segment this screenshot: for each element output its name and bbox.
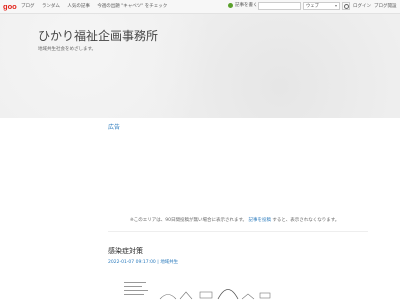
entry-meta: 2022-01-07 09:17:00 | 地域共生 bbox=[108, 260, 179, 265]
entry-title[interactable]: 感染症対策 bbox=[108, 246, 143, 256]
blog-open-link[interactable]: ブログ開設 bbox=[374, 4, 397, 9]
top-bar: goo ブログ ランダム 人気の記事 今週の出題 "キャベツ" をチェック 記事… bbox=[0, 0, 400, 14]
top-nav: ブログ ランダム 人気の記事 今週の出題 "キャベツ" をチェック bbox=[21, 3, 173, 9]
account-links: ログイン ブログ開設 bbox=[353, 3, 400, 9]
nav-item-random[interactable]: ランダム bbox=[42, 4, 60, 9]
search-input[interactable] bbox=[258, 2, 301, 10]
nav-item-popular[interactable]: 人気の記事 bbox=[67, 4, 90, 9]
entry-date: 2022-01-07 09:17:00 bbox=[108, 260, 156, 265]
post-article-link[interactable]: 記事を投稿 bbox=[248, 218, 271, 223]
ad-notice: ※このエリアは、90日間投稿が無い場合に表示されます。 記事を投稿 すると、表示… bbox=[130, 217, 339, 223]
nav-item-blog[interactable]: ブログ bbox=[21, 4, 35, 9]
blog-description: 地域共生社会をめざします。 bbox=[38, 47, 97, 52]
ad-notice-text-end: すると、表示されなくなります。 bbox=[272, 218, 340, 223]
ad-label: 広告 bbox=[108, 124, 121, 131]
pen-icon bbox=[228, 2, 233, 8]
write-article-label: 記事を書く bbox=[235, 3, 258, 8]
write-article-button[interactable]: 記事を書く bbox=[228, 2, 258, 8]
svg-text:goo: goo bbox=[3, 2, 17, 11]
ad-notice-text: ※このエリアは、90日間投稿が無い場合に表示されます。 bbox=[130, 218, 248, 223]
entry-illustration bbox=[124, 282, 271, 300]
search-scope-value: ウェブ bbox=[306, 4, 319, 9]
search-scope-select[interactable]: ウェブ bbox=[303, 2, 340, 10]
trend-link[interactable]: 今週の出題 "キャベツ" をチェック bbox=[97, 4, 167, 9]
search-icon[interactable] bbox=[342, 2, 350, 10]
entry-category-link[interactable]: 地域共生 bbox=[160, 260, 178, 265]
divider bbox=[108, 231, 368, 232]
blog-title[interactable]: ひかり福祉企画事務所 bbox=[38, 27, 158, 44]
login-link[interactable]: ログイン bbox=[353, 4, 371, 9]
goo-logo[interactable]: goo bbox=[3, 2, 18, 11]
chevron-down-icon bbox=[335, 5, 337, 7]
entry-image bbox=[120, 278, 280, 300]
